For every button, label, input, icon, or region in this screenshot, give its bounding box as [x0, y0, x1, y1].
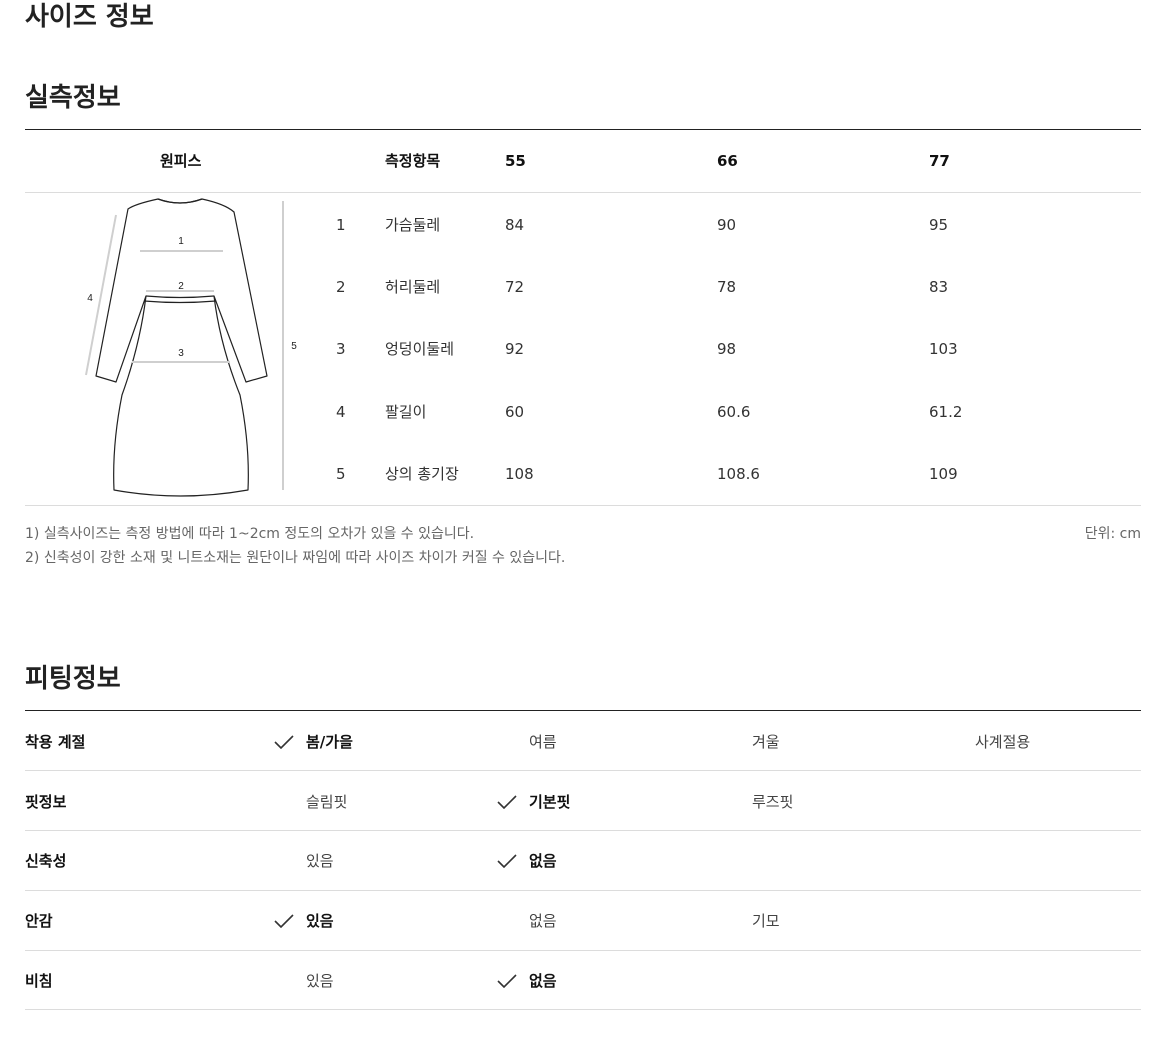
fit-option-regular: 기본핏	[529, 793, 571, 811]
check-icon	[497, 795, 517, 809]
unit-label: 단위: cm	[1084, 526, 1141, 542]
measure-notes: 1) 실측사이즈는 측정 방법에 따라 1~2cm 정도의 오차가 있을 수 있…	[25, 522, 565, 570]
measure-header-divider	[25, 192, 1141, 193]
page-title: 사이즈 정보	[25, 2, 154, 32]
fit-label-sheerness: 비침	[25, 972, 53, 990]
diagram-label-4: 4	[87, 293, 93, 304]
row-value-55: 92	[505, 340, 525, 358]
fit-label-lining: 안감	[25, 912, 53, 930]
check-icon	[497, 854, 517, 868]
note-2: 2) 신축성이 강한 소재 및 니트소재는 원단이나 짜임에 따라 사이즈 차이…	[25, 550, 566, 566]
diagram-label-5: 5	[291, 341, 297, 352]
row-value-55: 72	[505, 278, 525, 296]
fit-row-divider	[25, 830, 1141, 831]
row-number: 4	[336, 403, 346, 421]
fit-option-stretch-yes: 있음	[306, 852, 334, 870]
fit-option-slim: 슬림핏	[306, 793, 348, 811]
diagram-label-1: 1	[178, 236, 184, 247]
row-value-66: 90	[717, 216, 737, 234]
row-value-55: 108	[505, 465, 534, 483]
fit-option-winter: 겨울	[752, 733, 780, 751]
col-header-size-55: 55	[505, 152, 526, 170]
check-icon	[497, 974, 517, 988]
fit-option-lining-no: 없음	[529, 912, 557, 930]
fit-option-lining-fleece: 기모	[752, 912, 780, 930]
fit-option-sheer-no: 없음	[529, 972, 557, 990]
row-number: 1	[336, 216, 346, 234]
row-number: 2	[336, 278, 346, 296]
fitting-top-rule	[25, 710, 1141, 711]
row-value-77: 61.2	[929, 403, 963, 421]
row-item-name: 팔길이	[385, 403, 427, 421]
row-value-77: 95	[929, 216, 949, 234]
fit-row-divider	[25, 1009, 1141, 1010]
fit-option-summer: 여름	[529, 733, 557, 751]
row-item-name: 상의 총기장	[385, 465, 459, 483]
col-header-item: 측정항목	[385, 152, 441, 170]
row-value-66: 78	[717, 278, 737, 296]
row-value-77: 83	[929, 278, 949, 296]
dress-diagram: 1 2 3 4 5	[85, 198, 297, 497]
row-value-66: 98	[717, 340, 737, 358]
measure-section-title: 실측정보	[25, 83, 121, 113]
fit-label-season: 착용 계절	[25, 733, 86, 751]
check-icon	[274, 735, 294, 749]
measure-top-rule	[25, 129, 1141, 130]
diagram-label-3: 3	[178, 348, 184, 359]
fitting-section-title: 피팅정보	[25, 664, 121, 694]
fit-option-loose: 루즈핏	[752, 793, 794, 811]
row-value-55: 60	[505, 403, 525, 421]
col-header-size-77: 77	[929, 152, 950, 170]
fit-option-sheer-yes: 있음	[306, 972, 334, 990]
row-item-name: 가슴둘레	[385, 216, 441, 234]
fit-option-spring-fall: 봄/가을	[306, 733, 353, 751]
row-value-55: 84	[505, 216, 525, 234]
note-1: 1) 실측사이즈는 측정 방법에 따라 1~2cm 정도의 오차가 있을 수 있…	[25, 526, 475, 542]
fit-label-fit: 핏정보	[25, 793, 67, 811]
fit-option-all-season: 사계절용	[975, 733, 1031, 751]
diagram-label-2: 2	[178, 281, 184, 292]
row-value-66: 60.6	[717, 403, 751, 421]
fit-row-divider	[25, 770, 1141, 771]
fit-option-lining-yes: 있음	[306, 912, 334, 930]
row-value-66: 108.6	[717, 465, 760, 483]
check-icon	[274, 914, 294, 928]
fit-row-divider	[25, 890, 1141, 891]
product-label: 원피스	[160, 152, 202, 170]
row-item-name: 엉덩이둘레	[385, 340, 455, 358]
measure-bottom-divider	[25, 505, 1141, 506]
row-value-77: 109	[929, 465, 958, 483]
row-number: 3	[336, 340, 346, 358]
col-header-size-66: 66	[717, 152, 738, 170]
row-value-77: 103	[929, 340, 958, 358]
fit-option-stretch-no: 없음	[529, 852, 557, 870]
row-item-name: 허리둘레	[385, 278, 441, 296]
fit-label-stretch: 신축성	[25, 852, 67, 870]
row-number: 5	[336, 465, 346, 483]
fit-row-divider	[25, 950, 1141, 951]
